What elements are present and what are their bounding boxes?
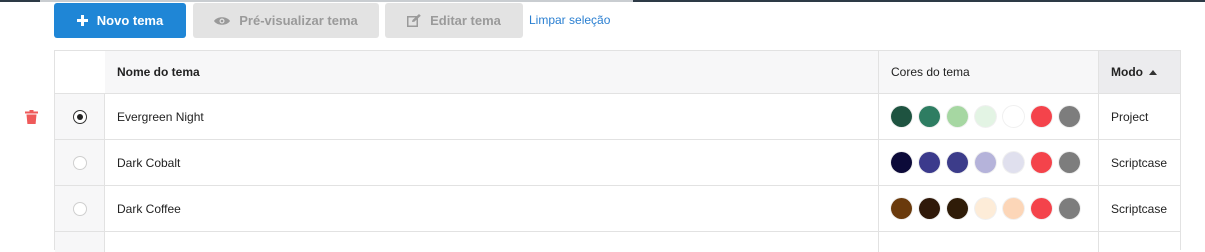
edit-theme-label: Editar tema (430, 13, 501, 28)
color-swatch (1031, 198, 1052, 219)
theme-mode: Project (1098, 94, 1180, 139)
themes-table: Nome do tema Cores do tema Modo Evergree… (54, 50, 1181, 252)
theme-mode: Scriptcase (1098, 140, 1180, 185)
header-mode[interactable]: Modo (1098, 51, 1180, 93)
color-swatch (1003, 198, 1024, 219)
row-radio[interactable] (72, 155, 87, 170)
color-swatch (1031, 152, 1052, 173)
color-swatch (947, 106, 968, 127)
eye-icon (214, 16, 231, 26)
row-radio[interactable] (72, 109, 87, 124)
edit-theme-button[interactable]: Editar tema (385, 3, 523, 38)
theme-mode: Scriptcase (1098, 186, 1180, 231)
header-select-column (55, 51, 105, 93)
edit-icon (407, 14, 421, 27)
trash-icon[interactable] (25, 110, 38, 124)
sort-ascending-icon (1149, 69, 1157, 75)
color-swatch (891, 198, 912, 219)
color-swatches (878, 186, 1098, 231)
color-swatch (891, 152, 912, 173)
preview-theme-button[interactable]: Pré-visualizar tema (193, 3, 379, 38)
color-swatch (1031, 106, 1052, 127)
color-swatch (919, 152, 940, 173)
header-theme-colors: Cores do tema (878, 51, 1098, 93)
color-swatch (1059, 152, 1080, 173)
clear-selection-link[interactable]: Limpar seleção (529, 13, 610, 27)
color-swatch (975, 106, 996, 127)
theme-name: Dark Coffee (117, 201, 181, 216)
top-border-accent (40, 0, 633, 2)
new-theme-label: Novo tema (96, 13, 164, 28)
theme-name: Dark Cobalt (117, 155, 181, 170)
color-swatch (975, 152, 996, 173)
theme-name: Evergreen Night (117, 109, 204, 124)
table-row-partial (55, 232, 1180, 252)
color-swatch (1003, 152, 1024, 173)
color-swatch (891, 106, 912, 127)
color-swatch (975, 198, 996, 219)
table-row[interactable]: Dark Coffee Scriptcase (55, 186, 1180, 232)
color-swatch (919, 198, 940, 219)
color-swatch (947, 198, 968, 219)
color-swatches (878, 140, 1098, 185)
color-swatches (878, 94, 1098, 139)
color-swatch (1059, 198, 1080, 219)
table-row[interactable]: Dark Cobalt Scriptcase (55, 140, 1180, 186)
color-swatch (947, 152, 968, 173)
table-header: Nome do tema Cores do tema Modo (55, 51, 1180, 94)
row-radio[interactable] (72, 201, 87, 216)
new-theme-button[interactable]: Novo tema (54, 3, 186, 38)
header-theme-name[interactable]: Nome do tema (105, 51, 878, 93)
table-row[interactable]: Evergreen Night Project (55, 94, 1180, 140)
color-swatch (1003, 106, 1024, 127)
plus-icon (76, 15, 88, 26)
preview-theme-label: Pré-visualizar tema (239, 13, 358, 28)
color-swatch (919, 106, 940, 127)
color-swatch (1059, 106, 1080, 127)
